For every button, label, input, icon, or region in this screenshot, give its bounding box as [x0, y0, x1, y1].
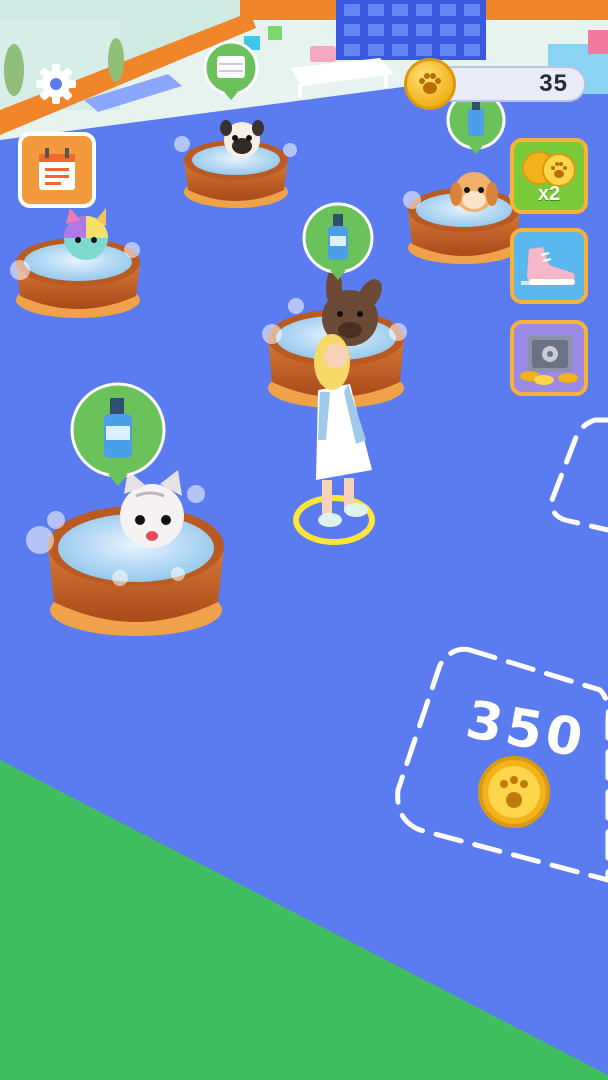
safe-icon: [520, 336, 578, 385]
calendar-notepad-icon: [39, 148, 75, 190]
speed-boost-button[interactable]: [510, 228, 588, 304]
buy-zone[interactable]: [400, 650, 608, 880]
vault-button[interactable]: [510, 320, 588, 396]
double-coins-button[interactable]: x2: [510, 138, 588, 214]
coin-counter-bar: 35: [434, 66, 586, 102]
coin-counter: 35: [404, 58, 588, 110]
sneaker-icon: [521, 247, 575, 285]
tasks-button[interactable]: [18, 132, 96, 208]
boost-multiplier-label: x2: [537, 183, 561, 205]
gear-icon: [36, 64, 76, 104]
settings-button[interactable]: [32, 60, 80, 108]
paw-coin-icon: [404, 58, 456, 110]
